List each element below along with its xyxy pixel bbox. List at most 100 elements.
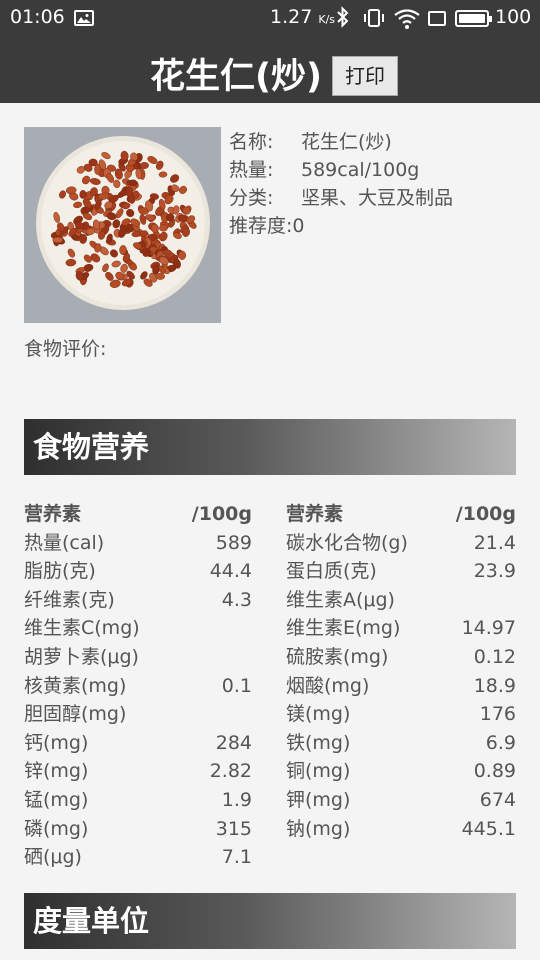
- nutrient-name: 核黄素(mg): [24, 674, 127, 697]
- food-category-value: 坚果、大豆及制品: [301, 187, 454, 209]
- table-row: 脂肪(克) 44.4: [24, 557, 252, 586]
- table-row: 核黄素(mg) 0.1: [24, 672, 252, 701]
- nutrient-value: 14.97: [461, 617, 516, 640]
- table-row: 纤维素(克) 4.3: [24, 586, 252, 615]
- table-row: 烟酸(mg) 18.9: [286, 672, 516, 701]
- nutrient-value: 6.9: [485, 731, 516, 754]
- nutrient-name: 蛋白质(克): [286, 560, 377, 583]
- table-row: 热量(cal) 589: [24, 529, 252, 558]
- nutrient-name: 维生素C(mg): [24, 617, 140, 640]
- nutrient-value: 315: [215, 817, 252, 840]
- unit-column-header: /100g: [455, 503, 516, 525]
- nutrient-column-header: 营养素: [286, 503, 344, 525]
- nutrition-table-right: 营养素 /100g 碳水化合物(g) 21.4 蛋白质(克) 23.9 维生素A(μ…: [286, 500, 516, 843]
- nutrient-value: 4.3: [221, 588, 252, 611]
- wifi-icon: [394, 9, 420, 34]
- nutrient-name: 硒(μg): [24, 846, 82, 869]
- table-row: 维生素C(mg): [24, 614, 252, 643]
- table-row: 硒(μg) 7.1: [24, 843, 252, 872]
- nutrient-name: 钠(mg): [286, 817, 351, 840]
- title-bar: 花生仁(炒) 打印: [0, 36, 540, 103]
- food-name-row: 名称: 花生仁(炒): [229, 128, 453, 156]
- nutrient-value: 0.89: [473, 760, 516, 783]
- nutrient-value: 176: [479, 703, 516, 726]
- table-row: 硫胺素(mg) 0.12: [286, 643, 516, 672]
- food-name-value: 花生仁(炒): [301, 131, 392, 153]
- nutrient-name: 热量(cal): [24, 531, 105, 554]
- nutrition-header-row: 营养素 /100g: [286, 500, 516, 529]
- print-button[interactable]: 打印: [332, 56, 398, 96]
- bluetooth-icon: [336, 6, 350, 33]
- table-row: 碳水化合物(g) 21.4: [286, 529, 516, 558]
- table-row: 钾(mg) 674: [286, 786, 516, 815]
- food-category-label: 分类:: [229, 187, 274, 209]
- nutrient-value: 445.1: [461, 817, 516, 840]
- food-evaluation-label: 食物评价:: [24, 338, 107, 360]
- nutrient-name: 胆固醇(mg): [24, 703, 127, 726]
- nutrient-name: 碳水化合物(g): [286, 531, 408, 554]
- nutrient-value: 23.9: [473, 560, 516, 583]
- image-notification-icon: [74, 10, 94, 26]
- nutrient-name: 硫胺素(mg): [286, 645, 389, 668]
- table-row: 蛋白质(克) 23.9: [286, 557, 516, 586]
- nutrient-name: 烟酸(mg): [286, 674, 370, 697]
- nutrient-name: 维生素E(mg): [286, 617, 401, 640]
- nutrient-column-header: 营养素: [24, 503, 82, 525]
- table-row: 锰(mg) 1.9: [24, 786, 252, 815]
- nutrient-name: 脂肪(克): [24, 560, 96, 583]
- table-row: 维生素A(μg): [286, 586, 516, 615]
- food-image: [24, 127, 221, 323]
- nutrient-value: 284: [215, 731, 252, 754]
- nutrient-value: 21.4: [473, 531, 516, 554]
- nutrient-value: 589: [215, 531, 252, 554]
- food-name-label: 名称:: [229, 131, 274, 153]
- food-calories-row: 热量: 589cal/100g: [229, 156, 453, 184]
- food-calories-value: 589cal/100g: [301, 159, 420, 181]
- nutrient-value: 0.12: [473, 645, 516, 668]
- battery-level: 100: [495, 6, 532, 28]
- measure-section-header: 度量单位: [24, 893, 516, 949]
- nutrient-value: 1.9: [221, 788, 252, 811]
- table-row: 胡萝卜素(μg): [24, 643, 252, 672]
- table-row: 维生素E(mg) 14.97: [286, 614, 516, 643]
- food-category-row: 分类: 坚果、大豆及制品: [229, 184, 453, 212]
- nutrient-name: 磷(mg): [24, 817, 89, 840]
- food-calories-label: 热量:: [229, 159, 274, 181]
- table-row: 磷(mg) 315: [24, 815, 252, 844]
- nutrient-name: 锰(mg): [24, 788, 89, 811]
- table-row: 钙(mg) 284: [24, 729, 252, 758]
- status-time: 01:06: [10, 6, 65, 28]
- table-row: 钠(mg) 445.1: [286, 815, 516, 844]
- table-row: 铁(mg) 6.9: [286, 729, 516, 758]
- nutrient-name: 铜(mg): [286, 760, 351, 783]
- nutrient-name: 钾(mg): [286, 788, 351, 811]
- nutrient-name: 锌(mg): [24, 760, 89, 783]
- nutrient-name: 胡萝卜素(μg): [24, 645, 139, 668]
- nutrient-value: 0.1: [221, 674, 252, 697]
- table-row: 铜(mg) 0.89: [286, 757, 516, 786]
- nutrient-name: 镁(mg): [286, 703, 351, 726]
- nutrient-name: 维生素A(μg): [286, 588, 395, 611]
- nutrition-table-left: 营养素 /100g 热量(cal) 589 脂肪(克) 44.4 纤维素(克) 4.3…: [24, 500, 252, 872]
- food-recommend-label: 推荐度:: [229, 215, 293, 237]
- nutrient-name: 纤维素(克): [24, 588, 115, 611]
- sim-card-icon: [428, 11, 446, 26]
- battery-icon: [455, 10, 492, 27]
- unit-column-header: /100g: [191, 503, 252, 525]
- page-title: 花生仁(炒): [150, 57, 322, 97]
- food-recommend-row: 推荐度: 0: [229, 212, 453, 240]
- food-info: 名称: 花生仁(炒) 热量: 589cal/100g 分类: 坚果、大豆及制品 …: [229, 128, 453, 240]
- vibrate-icon: [363, 9, 385, 32]
- table-row: 胆固醇(mg): [24, 700, 252, 729]
- network-speed: 1.27 K/s: [270, 6, 336, 28]
- nutrient-name: 钙(mg): [24, 731, 89, 754]
- nutrient-value: 18.9: [473, 674, 516, 697]
- nutrient-value: 674: [479, 788, 516, 811]
- nutrient-value: 44.4: [209, 560, 252, 583]
- nutrition-section-header: 食物营养: [24, 419, 516, 475]
- peanuts-plate-image: [24, 127, 221, 323]
- nutrient-value: 2.82: [209, 760, 252, 783]
- food-recommend-value: 0: [292, 215, 305, 237]
- table-row: 锌(mg) 2.82: [24, 757, 252, 786]
- status-bar: 01:06 1.27 K/s 100: [0, 0, 540, 36]
